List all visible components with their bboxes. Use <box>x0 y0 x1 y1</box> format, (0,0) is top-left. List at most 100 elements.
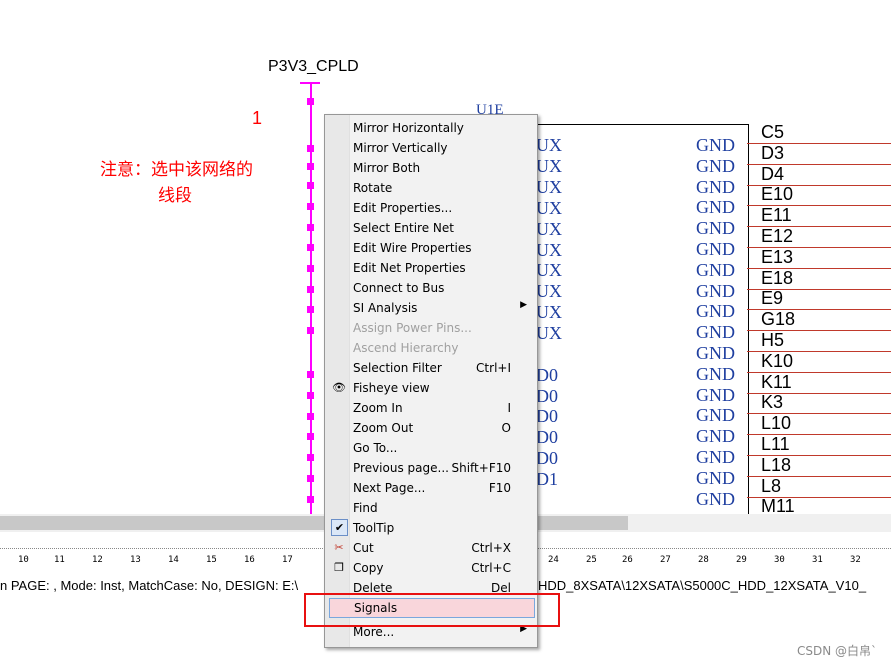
menu-item-label: ToolTip <box>353 521 395 535</box>
menu-item-zoom-out[interactable]: Zoom Out O <box>327 418 533 438</box>
status-text-left: n PAGE: , Mode: Inst, MatchCase: No, DES… <box>0 578 299 593</box>
menu-item-shortcut: I <box>507 401 511 415</box>
menu-item-label: Connect to Bus <box>353 281 445 295</box>
pin-name-left: UX <box>536 219 562 239</box>
ruler-tick: 12 <box>92 555 103 565</box>
pin-name-gnd: GND <box>696 155 735 176</box>
pin-name-gnd: GND <box>696 363 735 384</box>
menu-item-go-to[interactable]: Go To... <box>327 438 533 458</box>
ball-label: L8 <box>761 475 782 496</box>
net-junction <box>307 203 314 210</box>
pin-name-gnd: GND <box>696 426 735 447</box>
pin-name-left: D0 <box>536 386 558 406</box>
menu-item-si-analysis[interactable]: SI Analysis ▶ <box>327 298 533 318</box>
ball-label: C5 <box>761 122 785 142</box>
note-line-2: 线段 <box>158 186 192 206</box>
menu-item-label: Previous page... <box>353 461 449 475</box>
ball-label: E10 <box>761 184 794 205</box>
menu-item-label: Ascend Hierarchy <box>353 341 459 355</box>
menu-item-label: Edit Net Properties <box>353 261 466 275</box>
menu-item-find[interactable]: Find <box>327 498 533 518</box>
menu-item-fisheye-view[interactable]: 👁 Fisheye view <box>327 378 533 398</box>
pin-name-left: UX <box>536 281 562 301</box>
pin-name-gnd: GND <box>696 135 735 155</box>
menu-item-shortcut: F10 <box>488 481 511 495</box>
pin-name-left: UX <box>536 260 562 280</box>
ball-label: D4 <box>761 163 785 184</box>
ball-label: L11 <box>761 434 790 454</box>
menu-item-next-page[interactable]: Next Page... F10 <box>327 478 533 498</box>
menu-item-edit-net-properties[interactable]: Edit Net Properties <box>327 258 533 278</box>
ball-label: E9 <box>761 288 784 309</box>
pin-name-left: D1 <box>536 469 558 489</box>
menu-item-cut[interactable]: ✂ Cut Ctrl+X <box>327 538 533 558</box>
checkmark-icon: ✔ <box>331 519 348 536</box>
pin-name-left: UX <box>536 156 562 176</box>
ball-label: K11 <box>761 371 792 392</box>
menu-item-mirror-horizontally[interactable]: Mirror Horizontally <box>327 118 533 138</box>
ball-label: E11 <box>761 205 792 226</box>
pin-name-gnd: GND <box>696 405 735 426</box>
pin-name-gnd: GND <box>696 488 735 509</box>
pin-name-gnd: GND <box>696 301 735 322</box>
highlight-frame <box>304 593 560 627</box>
submenu-arrow-icon: ▶ <box>520 300 527 310</box>
menu-item-shortcut: O <box>501 421 511 435</box>
menu-item-label: Zoom In <box>353 401 403 415</box>
pin-name-gnd: GND <box>696 384 735 405</box>
pin-name-left: D0 <box>536 427 558 447</box>
ball-label: E18 <box>761 267 794 288</box>
ruler-tick: 14 <box>168 555 179 565</box>
net-junction <box>307 371 314 378</box>
menu-item-label: SI Analysis <box>353 301 418 315</box>
menu-item-edit-wire-properties[interactable]: Edit Wire Properties <box>327 238 533 258</box>
menu-item-zoom-in[interactable]: Zoom In I <box>327 398 533 418</box>
pin-number-label: 1 <box>252 108 263 128</box>
menu-item-previous-page[interactable]: Previous page... Shift+F10 <box>327 458 533 478</box>
scissors-icon: ✂ <box>334 541 344 554</box>
ruler-tick: 31 <box>812 555 823 565</box>
pin-name-gnd: GND <box>696 197 735 218</box>
menu-item-assign-power-pins: Assign Power Pins... <box>327 318 533 338</box>
net-junction <box>307 244 314 251</box>
pin-name-left: UX <box>536 323 562 343</box>
ruler-tick: 11 <box>54 555 65 565</box>
menu-item-label: Cut <box>353 541 374 555</box>
menu-item-selection-filter[interactable]: Selection Filter Ctrl+I <box>327 358 533 378</box>
menu-item-label: Mirror Vertically <box>353 141 448 155</box>
watermark: CSDN @白帛` <box>796 644 877 658</box>
ball-label: H5 <box>761 330 785 350</box>
ruler-tick: 25 <box>586 555 597 565</box>
menu-item-edit-properties[interactable]: Edit Properties... <box>327 198 533 218</box>
net-junction <box>307 433 314 440</box>
ball-label: L18 <box>761 454 792 475</box>
menu-item-tooltip[interactable]: ✔ ToolTip <box>327 518 533 538</box>
menu-item-connect-to-bus[interactable]: Connect to Bus <box>327 278 533 298</box>
menu-item-mirror-vertically[interactable]: Mirror Vertically <box>327 138 533 158</box>
menu-item-rotate[interactable]: Rotate <box>327 178 533 198</box>
menu-item-mirror-both[interactable]: Mirror Both <box>327 158 533 178</box>
net-junction <box>307 265 314 272</box>
context-menu[interactable]: Mirror Horizontally Mirror Vertically Mirr… <box>324 114 538 648</box>
ruler-tick: 28 <box>698 555 709 565</box>
annotation-note: 注意：选中该网络的 线段 <box>100 157 253 209</box>
net-junction <box>307 145 314 152</box>
net-junction <box>307 163 314 170</box>
menu-item-label: Mirror Horizontally <box>353 121 464 135</box>
ruler-tick: 26 <box>622 555 633 565</box>
menu-item-copy[interactable]: ❐ Copy Ctrl+C <box>327 558 533 578</box>
net-junction <box>307 182 314 189</box>
ball-label: L10 <box>761 413 792 434</box>
ruler-tick: 15 <box>206 555 217 565</box>
menu-item-select-entire-net[interactable]: Select Entire Net <box>327 218 533 238</box>
pin-name-left: UX <box>536 198 562 218</box>
status-text-right: HDD_8XSATA\12XSATA\S5000C_HDD_12XSATA_V1… <box>538 578 867 593</box>
menu-item-label: Edit Wire Properties <box>353 241 472 255</box>
net-junction <box>307 496 314 503</box>
ruler-tick: 16 <box>244 555 255 565</box>
ruler-tick: 29 <box>736 555 747 565</box>
pin-name-gnd: GND <box>696 322 735 343</box>
pin-name-gnd: GND <box>696 218 735 239</box>
net-junction <box>307 98 314 105</box>
menu-item-label: Next Page... <box>353 481 426 495</box>
